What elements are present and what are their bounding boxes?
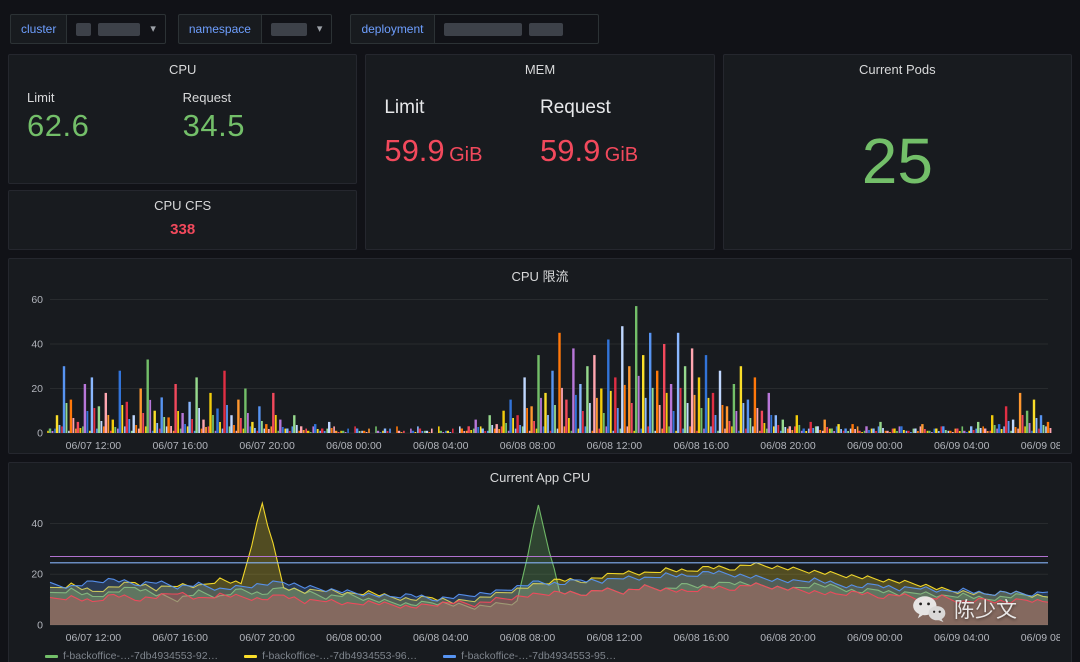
svg-text:0: 0 bbox=[37, 428, 43, 440]
cpu-column: CPU Limit 62.6 Request 34.5 CPU CFS 338 bbox=[8, 54, 358, 250]
cpu-request-value: 34.5 bbox=[182, 108, 246, 143]
svg-text:06/08 04:00: 06/08 04:00 bbox=[413, 632, 469, 644]
mem-request-stat: Request 59.9 GiB bbox=[540, 97, 696, 169]
svg-text:06/08 12:00: 06/08 12:00 bbox=[587, 632, 643, 644]
cpu-stats: Limit 62.6 Request 34.5 bbox=[9, 77, 356, 144]
cpu-request-stat: Request 34.5 bbox=[183, 90, 339, 144]
app-cpu-legend[interactable]: f-backoffice-…-7db4934553-92… f-backoffic… bbox=[9, 647, 1071, 662]
panel-cpu-cfs-title[interactable]: CPU CFS bbox=[9, 191, 356, 213]
namespace-filter-label: namespace bbox=[177, 14, 261, 44]
panel-app-cpu-title[interactable]: Current App CPU bbox=[9, 463, 1071, 485]
redacted-value bbox=[98, 22, 141, 36]
legend-item[interactable]: f-backoffice-…-7db4934553-95… bbox=[443, 650, 616, 662]
svg-text:06/08 08:00: 06/08 08:00 bbox=[500, 440, 556, 452]
svg-text:06/08 16:00: 06/08 16:00 bbox=[673, 632, 729, 644]
namespace-filter: namespace ▾ bbox=[177, 14, 333, 44]
svg-text:06/07 16:00: 06/07 16:00 bbox=[152, 440, 208, 452]
panel-cpu-title[interactable]: CPU bbox=[9, 55, 356, 77]
mem-limit-value: 59.9 GiB bbox=[384, 133, 483, 168]
chevron-down-icon: ▾ bbox=[316, 22, 323, 35]
cpu-request-label: Request bbox=[182, 90, 232, 105]
svg-text:06/09 04:00: 06/09 04:00 bbox=[934, 440, 990, 452]
cluster-select[interactable]: ▾ bbox=[66, 14, 166, 44]
svg-text:40: 40 bbox=[31, 518, 43, 530]
svg-text:06/08 04:00: 06/08 04:00 bbox=[413, 440, 469, 452]
svg-text:06/07 20:00: 06/07 20:00 bbox=[239, 632, 295, 644]
svg-text:06/09 00:00: 06/09 00:00 bbox=[847, 440, 903, 452]
legend-label: f-backoffice-…-7db4934553-95… bbox=[461, 650, 617, 662]
svg-text:06/08 20:00: 06/08 20:00 bbox=[760, 632, 816, 644]
svg-text:20: 20 bbox=[31, 569, 43, 581]
svg-text:06/07 16:00: 06/07 16:00 bbox=[152, 632, 208, 644]
cluster-filter-label: cluster bbox=[10, 14, 67, 44]
panel-cpu-throttle-title[interactable]: CPU 限流 bbox=[9, 259, 1071, 285]
panel-app-cpu: Current App CPU 0 20 40 06/07 12:00 06/07 16… bbox=[8, 462, 1072, 662]
cpu-cfs-value: 338 bbox=[170, 221, 196, 238]
redacted-value bbox=[443, 22, 522, 36]
app-cpu-wrap: Current App CPU 0 20 40 06/07 12:00 06/07 16… bbox=[0, 454, 1080, 662]
mem-stats: Limit 59.9 GiB Request 59.9 GiB bbox=[366, 77, 713, 169]
cpu-limit-label: Limit bbox=[27, 90, 55, 105]
cpu-limit-value: 62.6 bbox=[27, 108, 90, 143]
panel-cpu-throttle: CPU 限流 0 20 40 60 06/07 12:00 06/07 16:00 06/0… bbox=[8, 258, 1072, 454]
cpu-limit-stat: Limit 62.6 bbox=[27, 90, 183, 144]
svg-text:20: 20 bbox=[31, 383, 43, 395]
svg-text:0: 0 bbox=[37, 620, 43, 632]
app-cpu-chart[interactable]: 0 20 40 06/07 12:00 06/07 16:00 06/07 20:00 06… bbox=[20, 487, 1060, 647]
mem-limit-label: Limit bbox=[384, 97, 425, 118]
svg-text:06/08 20:00: 06/08 20:00 bbox=[760, 440, 816, 452]
variables-bar: cluster ▾ namespace ▾ deployment bbox=[0, 0, 1080, 54]
svg-text:40: 40 bbox=[31, 339, 43, 351]
cpu-throttle-chart[interactable]: 0 20 40 60 06/07 12:00 06/07 16:00 06/07 20:00… bbox=[20, 287, 1060, 455]
panel-current-pods-title[interactable]: Current Pods bbox=[724, 55, 1071, 77]
chevron-down-icon: ▾ bbox=[150, 22, 156, 35]
svg-text:06/08 00:00: 06/08 00:00 bbox=[326, 440, 382, 452]
svg-text:06/09 00:00: 06/09 00:00 bbox=[847, 632, 903, 644]
panel-current-pods: Current Pods 25 bbox=[722, 54, 1072, 250]
svg-text:06/07 20:00: 06/07 20:00 bbox=[239, 440, 295, 452]
svg-text:06/09 04:00: 06/09 04:00 bbox=[934, 632, 990, 644]
legend-label: f-backoffice-…-7db4934553-96… bbox=[262, 650, 418, 662]
deployment-filter: deployment bbox=[350, 14, 599, 44]
svg-text:60: 60 bbox=[31, 294, 43, 306]
deployment-select[interactable] bbox=[433, 14, 599, 44]
mem-limit-stat: Limit 59.9 GiB bbox=[384, 97, 540, 169]
legend-item[interactable]: f-backoffice-…-7db4934553-96… bbox=[244, 650, 417, 662]
legend-swatch bbox=[45, 654, 58, 658]
svg-text:06/07 12:00: 06/07 12:00 bbox=[66, 632, 122, 644]
pods-body: 25 bbox=[724, 77, 1071, 245]
stats-row: CPU Limit 62.6 Request 34.5 CPU CFS 338 bbox=[0, 54, 1080, 250]
grafana-dashboard: cluster ▾ namespace ▾ deployment CPU Lim… bbox=[0, 0, 1080, 662]
cluster-filter: cluster ▾ bbox=[10, 14, 166, 44]
legend-swatch bbox=[443, 654, 457, 658]
svg-text:06/07 12:00: 06/07 12:00 bbox=[66, 440, 122, 452]
cpu-throttle-wrap: CPU 限流 0 20 40 60 06/07 12:00 06/07 16:00 06/0… bbox=[0, 250, 1080, 454]
legend-swatch bbox=[244, 654, 258, 658]
legend-label: f-backoffice-…-7db4934553-92… bbox=[63, 650, 219, 662]
namespace-select[interactable]: ▾ bbox=[260, 14, 333, 44]
mem-request-label: Request bbox=[540, 97, 611, 118]
redacted-value bbox=[270, 22, 307, 36]
legend-item[interactable]: f-backoffice-…-7db4934553-92… bbox=[45, 650, 218, 662]
svg-text:06/09 08:00: 06/09 08:00 bbox=[1021, 632, 1060, 644]
panel-cpu-cfs: CPU CFS 338 bbox=[8, 190, 358, 250]
svg-text:06/08 12:00: 06/08 12:00 bbox=[587, 440, 643, 452]
svg-text:06/09 08:00: 06/09 08:00 bbox=[1021, 440, 1060, 452]
mem-request-value: 59.9 GiB bbox=[540, 133, 639, 168]
panel-cpu: CPU Limit 62.6 Request 34.5 bbox=[8, 54, 358, 184]
current-pods-value: 25 bbox=[861, 125, 933, 197]
svg-text:06/08 16:00: 06/08 16:00 bbox=[673, 440, 729, 452]
redacted-value bbox=[528, 22, 563, 36]
panel-mem-title[interactable]: MEM bbox=[366, 55, 713, 77]
panel-mem: MEM Limit 59.9 GiB Request 59.9 GiB bbox=[365, 54, 715, 250]
svg-text:06/08 00:00: 06/08 00:00 bbox=[326, 632, 382, 644]
svg-text:06/08 08:00: 06/08 08:00 bbox=[500, 632, 556, 644]
redacted-value bbox=[76, 22, 92, 36]
deployment-filter-label: deployment bbox=[350, 14, 434, 44]
